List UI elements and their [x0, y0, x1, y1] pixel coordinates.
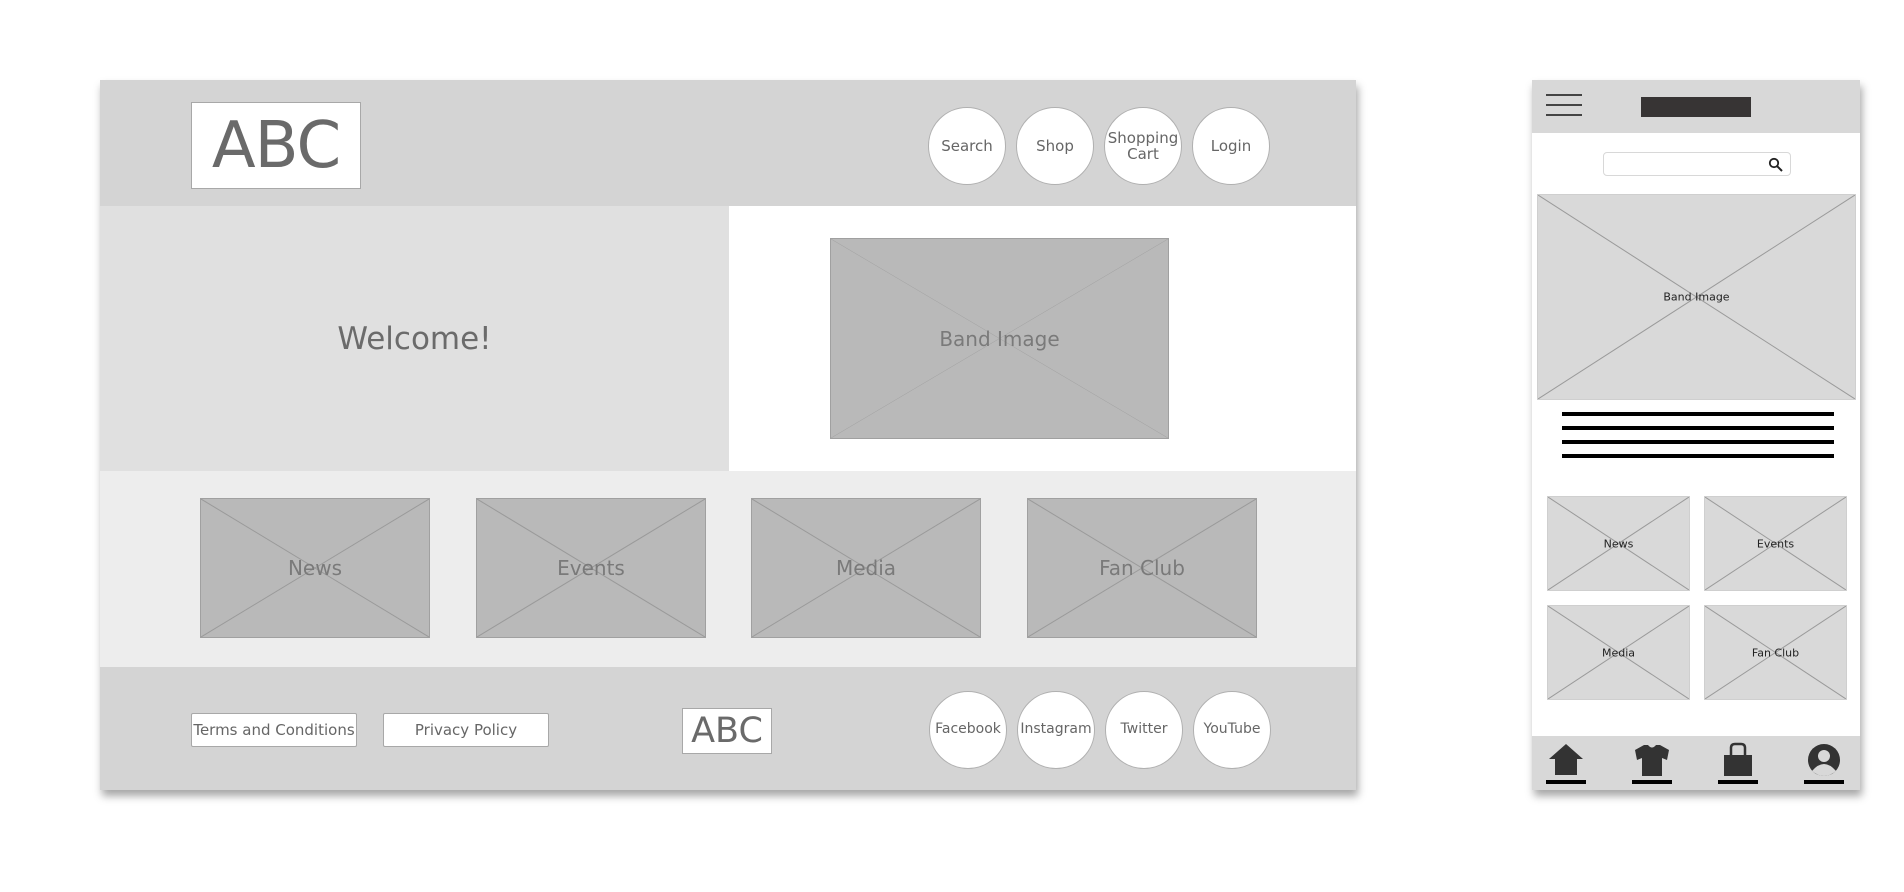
- events-tile-label: Events: [557, 556, 625, 580]
- terms-link[interactable]: Terms and Conditions: [191, 713, 357, 747]
- band-image-section: Band Image: [729, 206, 1356, 471]
- mobile-media-tile[interactable]: Media: [1547, 605, 1690, 700]
- band-image-placeholder: Band Image: [830, 238, 1169, 439]
- fan-club-tile-label: Fan Club: [1099, 556, 1185, 580]
- mobile-search-input[interactable]: [1603, 152, 1791, 176]
- shop-button[interactable]: Shop: [1016, 107, 1094, 185]
- events-tile[interactable]: Events: [476, 498, 706, 638]
- twitter-button[interactable]: Twitter: [1105, 691, 1183, 769]
- facebook-button[interactable]: Facebook: [929, 691, 1007, 769]
- instagram-button[interactable]: Instagram: [1017, 691, 1095, 769]
- bag-icon: [1724, 742, 1752, 776]
- nav-underline: [1546, 780, 1586, 784]
- mobile-logo: [1641, 97, 1751, 117]
- nav-account[interactable]: [1804, 742, 1844, 784]
- mobile-bottom-nav: [1532, 736, 1860, 790]
- text-line: [1562, 426, 1834, 430]
- hamburger-icon[interactable]: [1546, 94, 1582, 116]
- desktop-wireframe: ABC Search Shop Shopping Cart Login Welc…: [100, 80, 1356, 790]
- mobile-header: [1532, 80, 1860, 133]
- mobile-fan-club-tile[interactable]: Fan Club: [1704, 605, 1847, 700]
- mobile-band-image-label: Band Image: [1663, 290, 1730, 304]
- nav-underline: [1804, 780, 1844, 784]
- privacy-link[interactable]: Privacy Policy: [383, 713, 549, 747]
- news-tile[interactable]: News: [200, 498, 430, 638]
- mobile-events-label: Events: [1756, 537, 1795, 550]
- nav-underline: [1632, 780, 1672, 784]
- login-button[interactable]: Login: [1192, 107, 1270, 185]
- shopping-cart-button[interactable]: Shopping Cart: [1104, 107, 1182, 185]
- shirt-icon: [1635, 745, 1669, 776]
- youtube-button[interactable]: YouTube: [1193, 691, 1271, 769]
- search-button[interactable]: Search: [928, 107, 1006, 185]
- tiles-section: News Events Media Fan Club: [100, 471, 1356, 667]
- mobile-wireframe: Band Image News Events Media Fan Club: [1532, 80, 1860, 790]
- media-tile-label: Media: [835, 556, 897, 580]
- fan-club-tile[interactable]: Fan Club: [1027, 498, 1257, 638]
- mobile-band-image: Band Image: [1537, 194, 1856, 400]
- band-image-label: Band Image: [939, 326, 1060, 351]
- nav-home[interactable]: [1546, 742, 1586, 784]
- media-tile[interactable]: Media: [751, 498, 981, 638]
- home-icon: [1549, 744, 1583, 775]
- mobile-events-tile[interactable]: Events: [1704, 496, 1847, 591]
- mobile-news-label: News: [1603, 537, 1634, 550]
- nav-underline: [1718, 780, 1758, 784]
- news-tile-label: News: [287, 556, 343, 580]
- nav-cart[interactable]: [1718, 742, 1758, 784]
- text-line: [1562, 454, 1834, 458]
- text-line: [1562, 440, 1834, 444]
- mobile-fan-club-label: Fan Club: [1751, 646, 1800, 659]
- mobile-media-label: Media: [1601, 646, 1636, 659]
- search-icon[interactable]: [1768, 157, 1784, 173]
- nav-shop[interactable]: [1632, 742, 1672, 784]
- text-line: [1562, 412, 1834, 416]
- footer-logo: ABC: [682, 708, 772, 754]
- welcome-heading: Welcome!: [337, 320, 492, 357]
- mobile-news-tile[interactable]: News: [1547, 496, 1690, 591]
- header-logo[interactable]: ABC: [191, 102, 361, 189]
- user-icon: [1808, 744, 1840, 776]
- welcome-section: Welcome!: [100, 206, 729, 471]
